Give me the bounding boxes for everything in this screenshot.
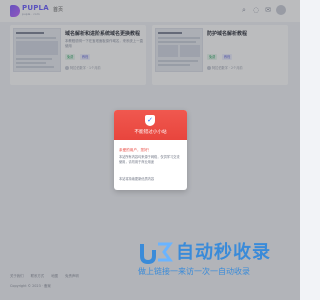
watermark-subtext: 做上链接一来访一次一自动收录 — [138, 267, 250, 276]
check-icon: ✓ — [147, 116, 153, 124]
watermark-logo-icon — [140, 242, 173, 264]
modal-title: 不能错过小小站 — [134, 130, 167, 135]
modal-footer-text: 本站将持续更新优质内容 — [119, 177, 155, 181]
watermark: 自动秒收录 做上链接一来访一次一自动收录 — [138, 238, 288, 280]
modal-greeting: 亲爱的用户，您好！ — [119, 148, 152, 152]
modal-header: ✓ 不能错过小小站 — [114, 110, 187, 140]
watermark-text: 自动秒收录 — [176, 242, 271, 263]
shield-icon: ✓ — [145, 115, 155, 126]
notice-modal: ✓ 不能错过小小站 亲爱的用户，您好！ 本站所有内容均来源于网络，仅供学习交流使… — [114, 110, 187, 190]
modal-body-text: 本站所有内容均来源于网络，仅供学习交流使用，请勿用于商业用途 — [119, 155, 180, 164]
